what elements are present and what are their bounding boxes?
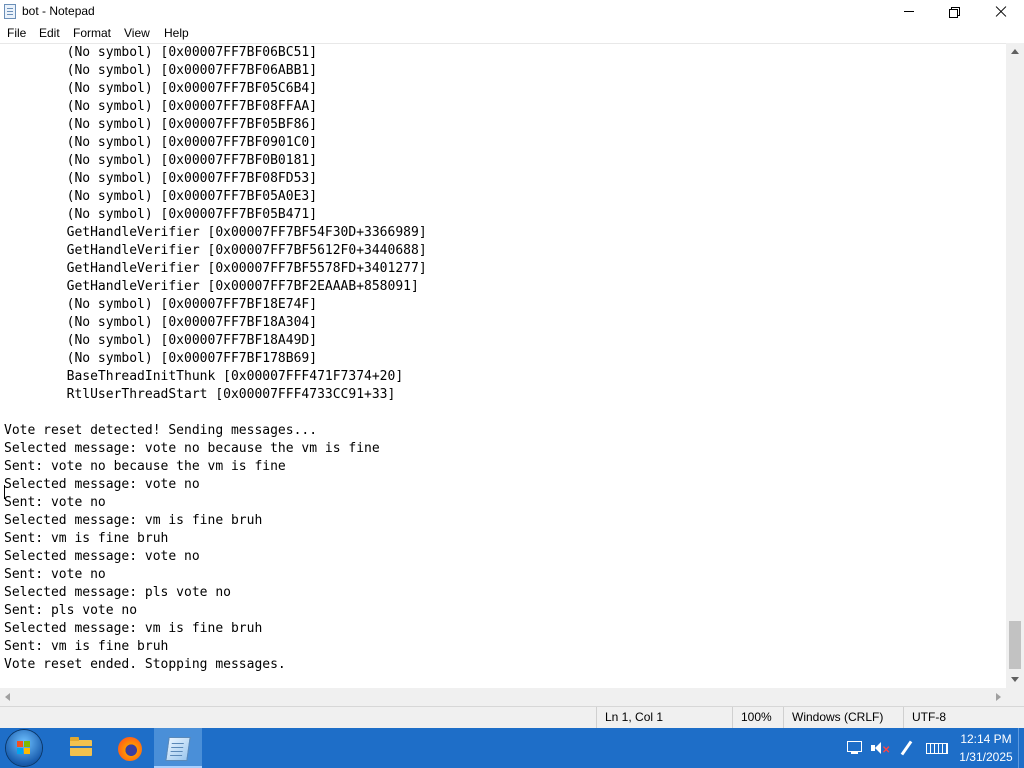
text-cursor — [4, 485, 5, 499]
text-line[interactable]: BaseThreadInitThunk [0x00007FFF471F7374+… — [4, 368, 427, 386]
windows-logo-icon — [17, 741, 31, 755]
notepad-app-icon[interactable] — [4, 4, 16, 19]
title-bar[interactable]: bot - Notepad — [0, 0, 1024, 24]
text-line[interactable]: GetHandleVerifier [0x00007FF7BF5578FD+34… — [4, 260, 427, 278]
text-line[interactable]: GetHandleVerifier [0x00007FF7BF54F30D+33… — [4, 224, 427, 242]
text-line[interactable]: (No symbol) [0x00007FF7BF0901C0] — [4, 134, 427, 152]
encoding: UTF-8 — [903, 707, 1024, 728]
firefox-icon — [118, 737, 142, 761]
restore-button[interactable] — [932, 0, 978, 24]
text-line[interactable]: RtlUserThreadStart [0x00007FFF4733CC91+3… — [4, 386, 427, 404]
pen-icon[interactable] — [898, 740, 916, 756]
volume-muted-icon[interactable]: ✕ — [870, 740, 890, 756]
text-line[interactable]: (No symbol) [0x00007FF7BF05A0E3] — [4, 188, 427, 206]
line-endings: Windows (CRLF) — [783, 707, 903, 728]
cursor-position: Ln 1, Col 1 — [596, 707, 732, 728]
text-line[interactable] — [4, 404, 427, 422]
text-editor[interactable]: (No symbol) [0x00007FF7BF06BC51] (No sym… — [0, 43, 1006, 689]
text-line[interactable]: (No symbol) [0x00007FF7BF18E74F] — [4, 296, 427, 314]
scroll-left-icon[interactable] — [0, 688, 17, 706]
text-line[interactable]: Sent: vote no because the vm is fine — [4, 458, 427, 476]
text-line[interactable]: GetHandleVerifier [0x00007FF7BF2EAAAB+85… — [4, 278, 427, 296]
status-bar: Ln 1, Col 1 100% Windows (CRLF) UTF-8 — [0, 706, 1024, 728]
text-line[interactable]: Selected message: vm is fine bruh — [4, 620, 427, 638]
taskbar-file-explorer[interactable] — [56, 728, 104, 768]
vertical-scrollbar[interactable] — [1006, 43, 1024, 688]
text-line[interactable]: Selected message: vote no — [4, 548, 427, 566]
text-line[interactable]: (No symbol) [0x00007FF7BF06ABB1] — [4, 62, 427, 80]
text-line[interactable]: (No symbol) [0x00007FF7BF05B471] — [4, 206, 427, 224]
text-line[interactable]: (No symbol) [0x00007FF7BF0B0181] — [4, 152, 427, 170]
taskbar-firefox[interactable] — [106, 728, 154, 768]
editor-content[interactable]: (No symbol) [0x00007FF7BF06BC51] (No sym… — [4, 44, 427, 674]
clock-date: 1/31/2025 — [959, 750, 1013, 764]
text-line[interactable]: Sent: vote no — [4, 566, 427, 584]
text-line[interactable]: Sent: pls vote no — [4, 602, 427, 620]
text-line[interactable]: (No symbol) [0x00007FF7BF18A304] — [4, 314, 427, 332]
start-button[interactable] — [6, 730, 42, 766]
horizontal-scrollbar[interactable] — [0, 688, 1006, 706]
taskbar-notepad[interactable] — [154, 728, 202, 768]
text-line[interactable]: (No symbol) [0x00007FF7BF06BC51] — [4, 44, 427, 62]
text-line[interactable]: Vote reset ended. Stopping messages. — [4, 656, 427, 674]
clock-time: 12:14 PM — [960, 732, 1012, 746]
text-line[interactable]: (No symbol) [0x00007FF7BF08FFAA] — [4, 98, 427, 116]
text-line[interactable]: (No symbol) [0x00007FF7BF08FD53] — [4, 170, 427, 188]
network-icon[interactable] — [846, 740, 864, 756]
minimize-button[interactable] — [886, 0, 932, 24]
menu-help[interactable]: Help — [164, 26, 189, 40]
scroll-right-icon[interactable] — [989, 688, 1006, 706]
text-line[interactable]: Sent: vm is fine bruh — [4, 530, 427, 548]
taskbar-clock[interactable]: 12:14 PM 1/31/2025 — [956, 730, 1016, 766]
close-button[interactable] — [978, 0, 1024, 24]
text-line[interactable]: Selected message: vote no — [4, 476, 427, 494]
text-line[interactable]: Vote reset detected! Sending messages... — [4, 422, 427, 440]
text-line[interactable]: GetHandleVerifier [0x00007FF7BF5612F0+34… — [4, 242, 427, 260]
menu-edit[interactable]: Edit — [39, 26, 60, 40]
taskbar: ✕ 12:14 PM 1/31/2025 — [0, 728, 1024, 768]
folder-icon — [70, 737, 92, 756]
zoom-level: 100% — [732, 707, 783, 728]
scrollbar-corner — [1006, 688, 1024, 706]
notepad-icon — [165, 737, 191, 761]
text-line[interactable]: (No symbol) [0x00007FF7BF18A49D] — [4, 332, 427, 350]
scroll-up-icon[interactable] — [1006, 43, 1024, 60]
text-line[interactable]: (No symbol) [0x00007FF7BF05C6B4] — [4, 80, 427, 98]
scroll-down-icon[interactable] — [1006, 671, 1024, 688]
menu-view[interactable]: View — [124, 26, 150, 40]
menu-file[interactable]: File — [7, 26, 26, 40]
text-line[interactable]: Selected message: vm is fine bruh — [4, 512, 427, 530]
keyboard-icon[interactable] — [926, 740, 950, 756]
text-line[interactable]: Sent: vote no — [4, 494, 427, 512]
menu-format[interactable]: Format — [73, 26, 111, 40]
text-line[interactable]: Selected message: pls vote no — [4, 584, 427, 602]
show-desktop-button[interactable] — [1018, 728, 1024, 768]
text-line[interactable]: (No symbol) [0x00007FF7BF178B69] — [4, 350, 427, 368]
menu-bar: File Edit Format View Help — [0, 24, 1024, 43]
text-line[interactable]: Selected message: vote no because the vm… — [4, 440, 427, 458]
text-line[interactable]: (No symbol) [0x00007FF7BF05BF86] — [4, 116, 427, 134]
text-line[interactable]: Sent: vm is fine bruh — [4, 638, 427, 656]
window-title: bot - Notepad — [22, 4, 95, 18]
vertical-scroll-thumb[interactable] — [1009, 621, 1021, 669]
